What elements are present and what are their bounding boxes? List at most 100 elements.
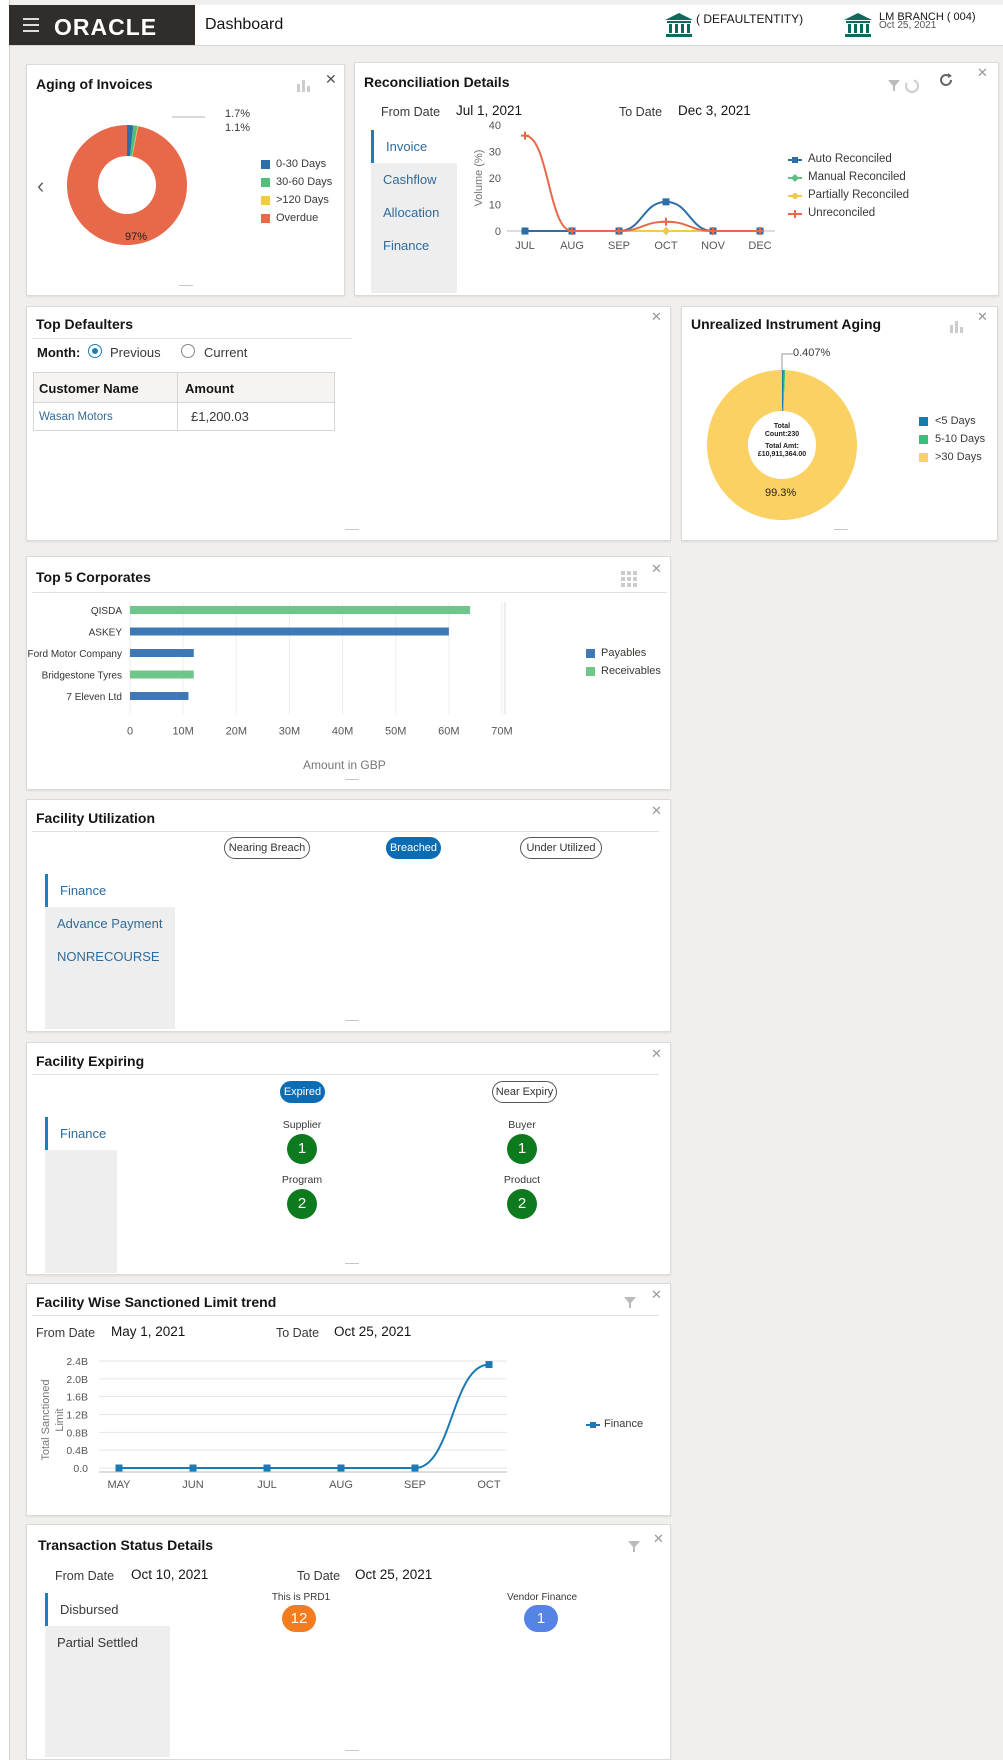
under-utilized-button[interactable]: Under Utilized bbox=[520, 837, 602, 859]
resize-handle[interactable] bbox=[834, 529, 848, 530]
tab-finance[interactable]: Finance bbox=[45, 1117, 117, 1150]
hamburger-menu-icon[interactable] bbox=[23, 18, 39, 32]
resize-handle[interactable] bbox=[345, 779, 359, 780]
legend-label[interactable]: Manual Reconciled bbox=[808, 171, 906, 183]
from-date-value[interactable]: May 1, 2021 bbox=[111, 1324, 185, 1339]
y-tick-label: 1.2B bbox=[67, 1410, 88, 1422]
resize-handle[interactable] bbox=[345, 529, 359, 530]
tab-invoice[interactable]: Invoice bbox=[371, 130, 457, 163]
entity-name[interactable]: ( DEFAULTENTITY) bbox=[696, 12, 803, 26]
resize-handle[interactable] bbox=[345, 1263, 359, 1264]
legend-label[interactable]: <5 Days bbox=[935, 415, 976, 427]
aging-of-invoices-panel: Aging of Invoices ✕ ‹ 1.7% 1.1% 97% 0-30… bbox=[26, 64, 345, 296]
close-icon[interactable]: ✕ bbox=[651, 1287, 662, 1303]
filter-icon[interactable] bbox=[627, 1540, 641, 1553]
total-amount-line1: Total Amt: bbox=[765, 443, 799, 450]
radio-label-previous[interactable]: Previous bbox=[110, 345, 161, 360]
slice-label: 1.1% bbox=[225, 122, 251, 134]
close-icon[interactable]: ✕ bbox=[977, 65, 988, 81]
customer-name-link[interactable]: Wasan Motors bbox=[39, 411, 113, 423]
legend-label[interactable]: 5-10 Days bbox=[935, 433, 985, 445]
legend-label[interactable]: Partially Reconciled bbox=[808, 189, 909, 201]
legend-label[interactable]: Finance bbox=[604, 1418, 643, 1430]
close-icon[interactable]: ✕ bbox=[651, 803, 662, 819]
x-tick-label: 10M bbox=[172, 726, 193, 738]
tab-allocation[interactable]: Allocation bbox=[371, 196, 457, 229]
legend-label[interactable]: Unreconciled bbox=[808, 207, 875, 219]
legend-markers bbox=[788, 157, 802, 218]
buyer-count[interactable]: 1 bbox=[507, 1134, 537, 1164]
x-tick-label: 0 bbox=[127, 726, 133, 738]
to-date-value[interactable]: Oct 25, 2021 bbox=[334, 1324, 411, 1339]
close-icon[interactable]: ✕ bbox=[651, 309, 662, 325]
product-count[interactable]: 1 bbox=[524, 1605, 558, 1632]
legend-label[interactable]: >30 Days bbox=[935, 451, 982, 463]
tab-finance[interactable]: Finance bbox=[371, 229, 457, 262]
legend-label[interactable]: Payables bbox=[601, 647, 646, 659]
bar bbox=[130, 692, 189, 700]
radio-label-current[interactable]: Current bbox=[204, 345, 247, 360]
legend-label[interactable]: Overdue bbox=[276, 212, 318, 224]
product-count[interactable]: 12 bbox=[282, 1605, 316, 1632]
x-tick-label: MAY bbox=[107, 1479, 131, 1491]
oracle-logo: ORACLE bbox=[54, 14, 158, 40]
radio-current[interactable] bbox=[181, 344, 195, 358]
to-date-value[interactable]: Oct 25, 2021 bbox=[355, 1567, 432, 1582]
tab-advance-payment[interactable]: Advance Payment bbox=[45, 907, 175, 940]
legend-marker bbox=[586, 1422, 600, 1428]
entity-bank-icon[interactable] bbox=[664, 12, 694, 38]
tab-partial-settled[interactable]: Partial Settled bbox=[45, 1626, 170, 1659]
from-date-value[interactable]: Oct 10, 2021 bbox=[131, 1567, 208, 1582]
product-count[interactable]: 2 bbox=[507, 1189, 537, 1219]
divider bbox=[32, 1074, 659, 1075]
close-icon[interactable]: ✕ bbox=[651, 1046, 662, 1062]
nearing-breach-button[interactable]: Nearing Breach bbox=[224, 837, 310, 859]
near-expiry-button[interactable]: Near Expiry bbox=[492, 1081, 557, 1103]
legend-label[interactable]: Receivables bbox=[601, 665, 661, 677]
legend-label[interactable]: 0-30 Days bbox=[276, 158, 326, 170]
panel-title: Top Defaulters bbox=[36, 316, 133, 332]
resize-handle[interactable] bbox=[345, 1020, 359, 1021]
radio-previous[interactable] bbox=[88, 344, 102, 358]
grid-view-icon[interactable] bbox=[621, 571, 637, 587]
defaulters-table: Customer Name Amount Wasan Motors £1,200… bbox=[33, 372, 335, 431]
x-tick-label: 20M bbox=[226, 726, 247, 738]
close-icon[interactable]: ✕ bbox=[325, 71, 337, 88]
x-tick-label: SEP bbox=[404, 1479, 426, 1491]
y-tick-label: 0.8B bbox=[67, 1427, 88, 1439]
breached-button[interactable]: Breached bbox=[386, 837, 441, 859]
bar bbox=[130, 670, 194, 679]
filter-icon[interactable] bbox=[887, 79, 901, 92]
total-amount-line2: £10,911,364.00 bbox=[757, 451, 807, 458]
tab-cashflow[interactable]: Cashflow bbox=[371, 163, 457, 196]
resize-handle[interactable] bbox=[345, 1750, 359, 1751]
tab-nonrecourse[interactable]: NONRECOURSE bbox=[45, 940, 175, 973]
data-point bbox=[662, 198, 670, 206]
close-icon[interactable]: ✕ bbox=[977, 309, 988, 325]
resize-handle[interactable] bbox=[179, 285, 193, 286]
legend-label[interactable]: >120 Days bbox=[276, 194, 329, 206]
refresh-icon[interactable] bbox=[938, 72, 954, 88]
x-tick-label: NOV bbox=[701, 240, 726, 252]
chevron-left-icon[interactable]: ‹ bbox=[37, 173, 44, 199]
close-icon[interactable]: ✕ bbox=[651, 561, 662, 577]
legend-label[interactable]: 30-60 Days bbox=[276, 176, 332, 188]
filter-icon[interactable] bbox=[623, 1296, 637, 1309]
expired-button[interactable]: Expired bbox=[280, 1081, 325, 1103]
program-count[interactable]: 2 bbox=[287, 1189, 317, 1219]
bar-chart-icon[interactable] bbox=[949, 320, 963, 333]
legend-label[interactable]: Auto Reconciled bbox=[808, 153, 892, 165]
legend-swatch bbox=[586, 667, 595, 676]
branch-bank-icon[interactable] bbox=[843, 12, 873, 38]
x-tick-label: AUG bbox=[329, 1479, 353, 1491]
panel-title: Unrealized Instrument Aging bbox=[691, 316, 882, 332]
tab-finance[interactable]: Finance bbox=[45, 874, 175, 907]
y-tick-label: 1.6B bbox=[67, 1392, 88, 1404]
y-tick-label: 2.4B bbox=[67, 1356, 88, 1368]
close-icon[interactable]: ✕ bbox=[653, 1531, 664, 1547]
bar-chart-icon[interactable] bbox=[296, 79, 310, 92]
data-point bbox=[662, 217, 670, 226]
supplier-count[interactable]: 1 bbox=[287, 1134, 317, 1164]
tab-disbursed[interactable]: Disbursed bbox=[45, 1593, 170, 1626]
slice-label: 99.3% bbox=[765, 487, 797, 499]
